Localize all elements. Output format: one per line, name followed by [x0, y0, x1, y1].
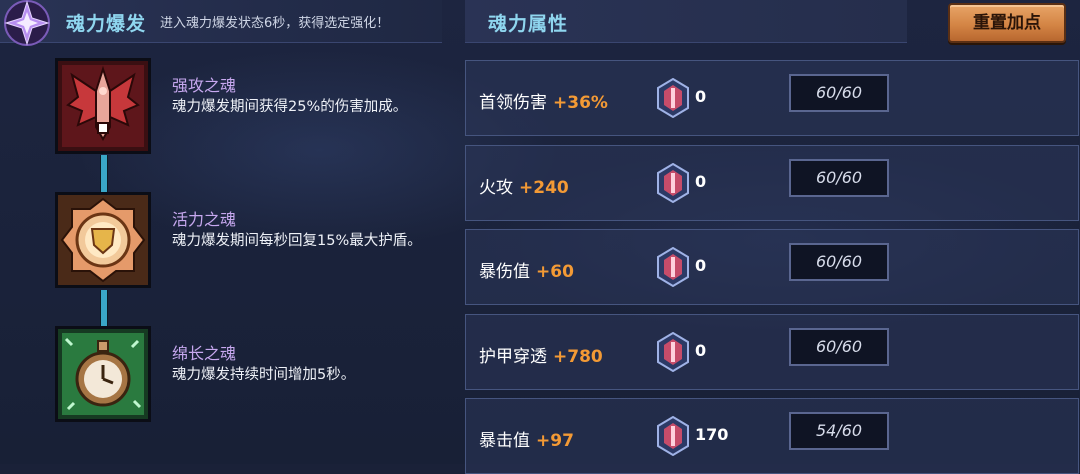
attribute-bonus: +60 — [536, 262, 574, 282]
soul-description: 魂力爆发持续时间增加5秒。 — [172, 367, 356, 383]
attribute-label: 护甲穿透 — [479, 347, 547, 367]
attribute-name: 暴击值 +97 — [479, 426, 574, 451]
red-wing-soul-icon — [55, 58, 151, 154]
attribute-level-box[interactable]: 60/60 — [789, 74, 889, 112]
soul-connector — [100, 290, 108, 326]
attribute-level: 60/60 — [815, 252, 863, 271]
soul-name: 强攻之魂 — [172, 76, 237, 95]
attribute-row-crit-rate: 暴击值 +97 170 54/60 — [465, 398, 1079, 474]
crystal-count: 0 — [695, 172, 707, 191]
attribute-level: 60/60 — [815, 83, 863, 102]
attribute-bonus: +97 — [536, 431, 574, 451]
soul-burst-description: 进入魂力爆发状态6秒，获得选定强化！ — [160, 16, 390, 31]
attribute-level-box[interactable]: 60/60 — [789, 243, 889, 281]
attribute-bonus: +780 — [553, 347, 603, 367]
crystal-count: 0 — [695, 87, 707, 106]
attribute-name: 首领伤害 +36% — [479, 88, 608, 113]
soul-crystal-icon — [657, 247, 689, 287]
attribute-name: 护甲穿透 +780 — [479, 342, 603, 367]
soul-name: 绵长之魂 — [172, 344, 237, 363]
soul-burst-emblem-icon — [4, 0, 50, 46]
crystal-count: 170 — [695, 425, 729, 444]
shield-soul-icon — [55, 192, 151, 288]
soul-burst-title: 魂力爆发 — [66, 13, 147, 35]
attribute-label: 暴击值 — [479, 431, 530, 451]
attribute-label: 首领伤害 — [479, 93, 547, 113]
attribute-name: 火攻 +240 — [479, 173, 569, 198]
attribute-level-box[interactable]: 60/60 — [789, 328, 889, 366]
attribute-label: 火攻 — [479, 178, 513, 198]
soul-burst-header: 魂力爆发 进入魂力爆发状态6秒，获得选定强化！ — [0, 0, 442, 46]
soul-connector — [100, 155, 108, 193]
soul-option-strength[interactable]: 强攻之魂 魂力爆发期间获得25%的伤害加成。 — [55, 58, 455, 158]
soul-attributes-header: 魂力属性 — [465, 0, 907, 43]
attribute-level-box[interactable]: 54/60 — [789, 412, 889, 450]
soul-description: 魂力爆发期间每秒回复15%最大护盾。 — [172, 233, 422, 249]
reset-points-button[interactable]: 重置加点 — [948, 3, 1066, 43]
soul-crystal-icon — [657, 163, 689, 203]
attribute-row-crit-damage: 暴伤值 +60 0 60/60 — [465, 229, 1079, 305]
attribute-level: 60/60 — [815, 168, 863, 187]
soul-crystal-icon — [657, 332, 689, 372]
soul-name: 活力之魂 — [172, 210, 237, 229]
attribute-row-armor-penetration: 护甲穿透 +780 0 60/60 — [465, 314, 1079, 390]
attribute-label: 暴伤值 — [479, 262, 530, 282]
attribute-name: 暴伤值 +60 — [479, 257, 574, 282]
soul-crystal-icon — [657, 78, 689, 118]
soul-crystal-icon — [657, 416, 689, 456]
soul-option-endurance[interactable]: 绵长之魂 魂力爆发持续时间增加5秒。 — [55, 326, 455, 426]
attribute-level: 54/60 — [815, 421, 863, 440]
soul-description: 魂力爆发期间获得25%的伤害加成。 — [172, 99, 408, 115]
reset-points-label: 重置加点 — [973, 13, 1041, 33]
attribute-level-box[interactable]: 60/60 — [789, 159, 889, 197]
attribute-bonus: +240 — [519, 178, 569, 198]
soul-option-vitality[interactable]: 活力之魂 魂力爆发期间每秒回复15%最大护盾。 — [55, 192, 455, 292]
stopwatch-soul-icon — [55, 326, 151, 422]
crystal-count: 0 — [695, 341, 707, 360]
crystal-count: 0 — [695, 256, 707, 275]
attribute-row-fire-attack: 火攻 +240 0 60/60 — [465, 145, 1079, 221]
attribute-level: 60/60 — [815, 337, 863, 356]
attribute-bonus: +36% — [553, 93, 608, 113]
soul-attributes-title: 魂力属性 — [488, 13, 569, 35]
attribute-row-boss-damage: 首领伤害 +36% 0 60/60 — [465, 60, 1079, 136]
